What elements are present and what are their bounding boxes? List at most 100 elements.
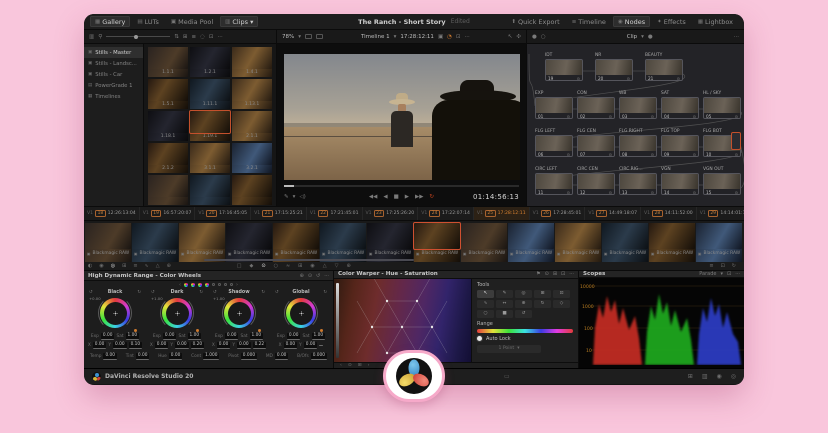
tool-button[interactable]: ⊡ [553, 290, 570, 298]
page-prev-icon[interactable]: ‹ [179, 282, 181, 288]
palette-icon[interactable]: ⊞ [298, 263, 302, 269]
timeline-clip-marker[interactable]: V1 23 17:25:26:20 [363, 207, 419, 220]
sidebar-item-timelines[interactable]: ▦ Timelines [84, 91, 143, 102]
sidebar-item-stills-car[interactable]: ▣ Stills - Car [84, 69, 143, 80]
clip-thumbnail[interactable]: ▣ Blackmagic RAW [555, 223, 601, 262]
still-thumbnail[interactable] [148, 175, 188, 205]
tool-button[interactable]: ◎ [515, 290, 532, 298]
exp-value[interactable]: 0.00 [101, 333, 115, 340]
node-page-dot[interactable]: ● [532, 34, 537, 40]
grade-node[interactable]: VGN 14 ⊙ [661, 166, 699, 195]
clip-thumbnail[interactable]: ▣ Blackmagic RAW [508, 223, 554, 262]
palette-icon[interactable]: ◆ [250, 263, 254, 269]
hdr-gear-icon[interactable]: ⊙ [308, 273, 312, 279]
still-thumbnail[interactable]: 1.19.1 [190, 111, 230, 141]
palette-icon[interactable]: ⊙ [261, 263, 265, 269]
palette-icon[interactable]: ⊕ [346, 263, 350, 269]
hdr-more-icon[interactable]: ··· [324, 273, 329, 279]
range-gradient-bar[interactable] [477, 329, 573, 333]
clip-thumbnail[interactable]: ▣ Blackmagic RAW [414, 223, 460, 262]
tab-media-pool[interactable]: ▣ Media Pool [166, 16, 218, 27]
tree-view-icon[interactable]: ⚲ [98, 34, 102, 40]
tool-button[interactable]: ↻ [534, 300, 551, 308]
y-value[interactable]: 0.00 [113, 342, 127, 349]
palette-icon[interactable]: ○ [274, 263, 278, 269]
node-graph[interactable]: IDT 19 ⊙ NR [527, 44, 744, 206]
still-thumbnail[interactable]: 3.2.1 [232, 143, 272, 173]
still-thumbnail[interactable]: 1.5.1 [148, 79, 188, 109]
play-reverse-button[interactable]: ◀ [383, 194, 387, 200]
palette-icon[interactable]: ⊡ [721, 263, 725, 269]
palette-icon[interactable]: ◎ [111, 263, 115, 269]
search-icon[interactable]: ◌ [200, 34, 205, 40]
x-value[interactable]: 0.00 [217, 342, 231, 349]
view-single-button[interactable] [305, 34, 312, 39]
tab-clips[interactable]: ▥ Clips ▾ [220, 16, 258, 27]
tool-button[interactable]: ∿ [477, 300, 494, 308]
palette-icon[interactable]: △ [323, 263, 327, 269]
timeline-clip-marker[interactable]: V1 22 17:21:45:01 [307, 207, 363, 220]
tool-button[interactable]: ○ [477, 310, 494, 318]
viewer-scrubber[interactable] [284, 185, 519, 187]
tool-button[interactable]: ◇ [553, 300, 570, 308]
grade-node[interactable]: FLG CEN 07 ⊙ [577, 128, 615, 157]
tab-lightbox[interactable]: ▦ Lightbox [693, 16, 738, 27]
auto-lock-toggle[interactable] [477, 336, 482, 341]
viewer-more-icon[interactable]: ··· [465, 34, 470, 40]
timeline-clip-marker[interactable]: V1 21 17:15:25:21 [251, 207, 307, 220]
tab-timeline[interactable]: ≡ Timeline [567, 16, 611, 27]
grade-node[interactable]: NR 20 ⊙ [595, 52, 633, 81]
clip-thumbnail[interactable]: ▣ Blackmagic RAW [461, 223, 507, 262]
wheel-page-dot[interactable] [212, 283, 215, 286]
wheel-page-dot[interactable] [184, 283, 188, 287]
timeline-selector[interactable]: Timeline 1 [361, 34, 390, 40]
scope-more-icon[interactable]: ··· [735, 271, 740, 277]
sidebar-item-stills-master[interactable]: ▣ Stills - Master [84, 47, 143, 58]
play-button[interactable]: ▶ [405, 194, 409, 200]
clip-thumbnail[interactable]: ▣ Blackmagic RAW [696, 223, 742, 262]
clip-thumbnail[interactable]: ▣ Blackmagic RAW [367, 223, 413, 262]
loop-button[interactable]: ↻ [430, 194, 435, 200]
palette-icon[interactable]: ◉ [99, 263, 103, 269]
grade-node[interactable]: FLG RIGHT 08 ⊙ [619, 128, 657, 157]
point-mode-dropdown[interactable]: 1 Point ▾ [477, 345, 541, 353]
palette-icon[interactable]: □ [237, 263, 242, 269]
clip-thumbnail[interactable]: ▣ Blackmagic RAW [179, 223, 225, 262]
clip-caret-icon[interactable]: ▾ [641, 34, 644, 40]
still-thumbnail[interactable]: 1.4.1 [232, 47, 272, 77]
grade-node[interactable]: VGN OUT 15 ⊙ [703, 166, 741, 195]
video-frame[interactable] [284, 54, 520, 180]
timeline-clip-marker[interactable]: V1 26 17:28:45:01 [530, 207, 586, 220]
clip-thumbnail[interactable]: ▣ Blackmagic RAW [649, 223, 695, 262]
sat-value[interactable]: 1.00 [126, 333, 140, 340]
grade-node[interactable]: CIRC CEN 12 ⊙ [577, 166, 615, 195]
clip-thumbnail[interactable]: ▣ Blackmagic RAW [85, 223, 131, 262]
list-view-icon[interactable]: ≡ [191, 34, 196, 40]
timeline-clip-marker[interactable]: V1 18 12:26:13:04 [84, 207, 140, 220]
sat-value[interactable]: 1.00 [188, 333, 202, 340]
palette-icon[interactable]: ◉ [310, 263, 314, 269]
tab-quick-export[interactable]: ⬆ Quick Export [506, 16, 564, 27]
wheel-loop-icon[interactable]: ↻ [323, 290, 327, 295]
s-value[interactable] [319, 345, 323, 346]
timeline-clip-marker[interactable]: V1 29 14:14:01:12 [697, 207, 744, 220]
still-thumbnail[interactable]: 3.1.1 [190, 143, 230, 173]
panel-toggle-icon[interactable]: ▥ [89, 34, 94, 40]
stop-button[interactable]: ■ [394, 194, 399, 200]
palette-icon[interactable]: ≈ [286, 263, 290, 269]
clip-thumbnail[interactable]: ▣ Blackmagic RAW [132, 223, 178, 262]
node-output-box[interactable] [731, 132, 741, 150]
nodes-more-icon[interactable]: ··· [734, 34, 739, 40]
tool-button[interactable]: ⊞ [534, 290, 551, 298]
toolbar-timecode[interactable]: 17:28:12:11 [400, 34, 434, 40]
tab-gallery[interactable]: ▦ Gallery [90, 16, 130, 27]
global-value[interactable]: 0.00 [136, 353, 150, 360]
wheel-loop-icon[interactable]: ↻ [137, 290, 141, 295]
viewer-zoom-level[interactable]: 78% [282, 34, 294, 40]
wheel-page-dot[interactable] [205, 283, 209, 287]
parade-scope[interactable]: 10000 1000 100 10 [579, 278, 744, 369]
still-thumbnail[interactable]: 1.13.1 [232, 79, 272, 109]
scope-expand-icon[interactable]: ⊡ [727, 271, 731, 277]
color-wheel[interactable] [224, 298, 254, 328]
palette-icon[interactable]: ∿ [145, 263, 149, 269]
